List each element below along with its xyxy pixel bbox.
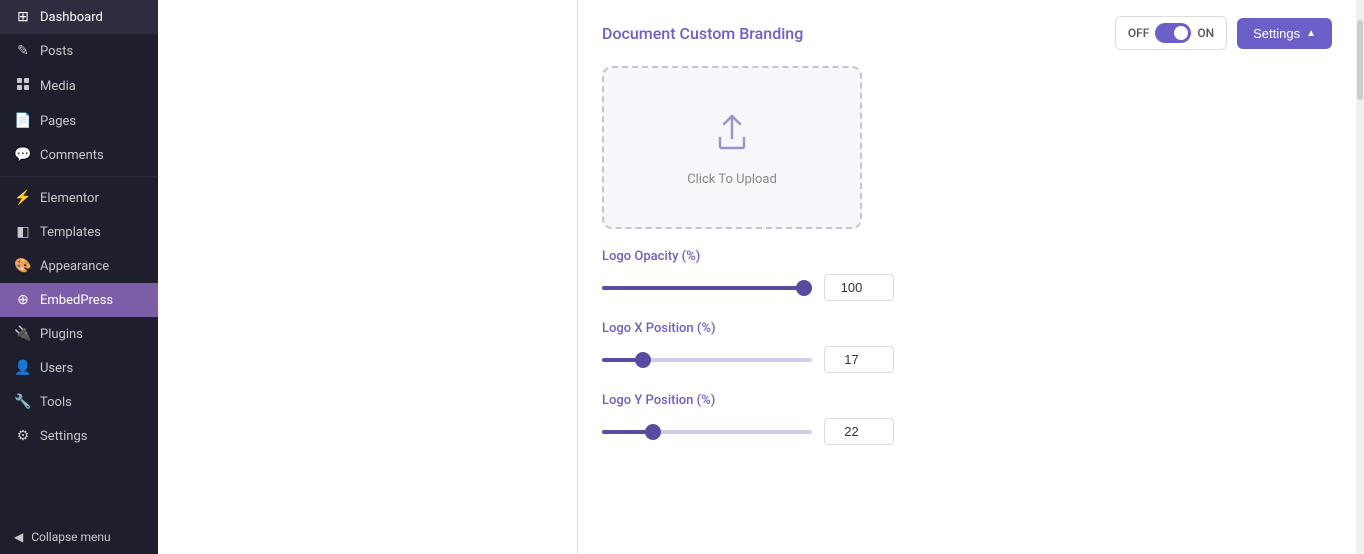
plugins-icon: 🔌: [14, 326, 32, 342]
sidebar-item-dashboard[interactable]: ⊞ Dashboard: [0, 0, 158, 34]
sidebar-item-label: Appearance: [40, 259, 109, 274]
opacity-slider-row: [602, 274, 1332, 301]
collapse-menu-label: Collapse menu: [31, 530, 110, 544]
sidebar-item-label: Comments: [40, 148, 104, 163]
comments-icon: 💬: [14, 147, 32, 163]
opacity-slider[interactable]: [602, 286, 812, 290]
header-row: Document Custom Branding OFF ON Settings…: [602, 16, 1332, 50]
sidebar-divider: [0, 176, 158, 177]
x-position-slider-row: [602, 346, 1332, 373]
scrollbar-track[interactable]: [1356, 0, 1364, 554]
sidebar-item-label: EmbedPress: [40, 293, 113, 308]
elementor-icon: ⚡: [14, 190, 32, 206]
upload-area[interactable]: Click To Upload: [602, 66, 862, 229]
dashboard-icon: ⊞: [14, 9, 32, 25]
sidebar-item-label: Media: [40, 79, 76, 94]
toggle-container: OFF ON: [1115, 16, 1227, 50]
y-position-slider[interactable]: [602, 430, 812, 434]
sidebar-item-label: Users: [40, 361, 73, 376]
main-wrapper: Document Custom Branding OFF ON Settings…: [158, 0, 1364, 554]
sidebar-item-label: Plugins: [40, 327, 83, 342]
opacity-slider-title: Logo Opacity (%): [602, 249, 1332, 264]
y-position-value-input[interactable]: [824, 418, 894, 445]
chevron-up-icon: ▲: [1306, 28, 1316, 39]
y-position-slider-row: [602, 418, 1332, 445]
pages-icon: 📄: [14, 113, 32, 129]
opacity-value-input[interactable]: [824, 274, 894, 301]
x-position-value-input[interactable]: [824, 346, 894, 373]
embedpress-icon: ⊕: [14, 292, 32, 308]
sidebar-item-label: Templates: [40, 225, 101, 240]
sidebar-item-comments[interactable]: 💬 Comments: [0, 138, 158, 172]
sidebar-item-label: Dashboard: [40, 10, 103, 25]
y-position-slider-section: Logo Y Position (%): [602, 393, 1332, 445]
toggle-switch[interactable]: [1155, 23, 1191, 43]
sidebar-item-label: Elementor: [40, 191, 99, 206]
y-position-slider-title: Logo Y Position (%): [602, 393, 1332, 408]
sidebar-item-label: Pages: [40, 114, 76, 129]
toggle-slider: [1155, 23, 1191, 43]
media-icon: [14, 77, 32, 95]
sidebar: ⊞ Dashboard ✎ Posts Media 📄 Pages 💬 Comm…: [0, 0, 158, 554]
left-panel: [158, 0, 578, 554]
appearance-icon: 🎨: [14, 258, 32, 274]
sidebar-item-embedpress[interactable]: ⊕ EmbedPress: [0, 283, 158, 317]
sidebar-item-pages[interactable]: 📄 Pages: [0, 104, 158, 138]
collapse-menu-button[interactable]: ◀ Collapse menu: [0, 520, 158, 554]
sidebar-item-media[interactable]: Media: [0, 68, 158, 104]
sidebar-item-plugins[interactable]: 🔌 Plugins: [0, 317, 158, 351]
tools-icon: 🔧: [14, 394, 32, 410]
controls-row: OFF ON Settings ▲: [1115, 16, 1332, 50]
sidebar-item-elementor[interactable]: ⚡ Elementor: [0, 181, 158, 215]
upload-label: Click To Upload: [687, 172, 777, 187]
sidebar-item-users[interactable]: 👤 Users: [0, 351, 158, 385]
x-position-slider-section: Logo X Position (%): [602, 321, 1332, 373]
scrollbar-thumb[interactable]: [1357, 20, 1363, 100]
toggle-off-label: OFF: [1128, 26, 1150, 40]
x-position-slider[interactable]: [602, 358, 812, 362]
templates-icon: ◧: [14, 224, 32, 240]
posts-icon: ✎: [14, 43, 32, 59]
settings-icon: ⚙: [14, 428, 32, 444]
settings-button-label: Settings: [1253, 26, 1300, 41]
sidebar-item-settings[interactable]: ⚙ Settings: [0, 419, 158, 453]
collapse-arrow-icon: ◀: [14, 530, 23, 544]
sidebar-item-label: Settings: [40, 429, 87, 444]
sidebar-item-label: Tools: [40, 395, 72, 410]
sidebar-item-templates[interactable]: ◧ Templates: [0, 215, 158, 249]
x-position-slider-title: Logo X Position (%): [602, 321, 1332, 336]
users-icon: 👤: [14, 360, 32, 376]
sidebar-item-label: Posts: [40, 44, 73, 59]
page-title: Document Custom Branding: [602, 24, 803, 43]
sidebar-item-tools[interactable]: 🔧 Tools: [0, 385, 158, 419]
opacity-slider-section: Logo Opacity (%): [602, 249, 1332, 301]
upload-icon: [708, 108, 756, 160]
settings-button[interactable]: Settings ▲: [1237, 18, 1332, 49]
sidebar-item-posts[interactable]: ✎ Posts: [0, 34, 158, 68]
toggle-on-label: ON: [1197, 26, 1214, 40]
sidebar-item-appearance[interactable]: 🎨 Appearance: [0, 249, 158, 283]
right-panel: Document Custom Branding OFF ON Settings…: [578, 0, 1356, 554]
